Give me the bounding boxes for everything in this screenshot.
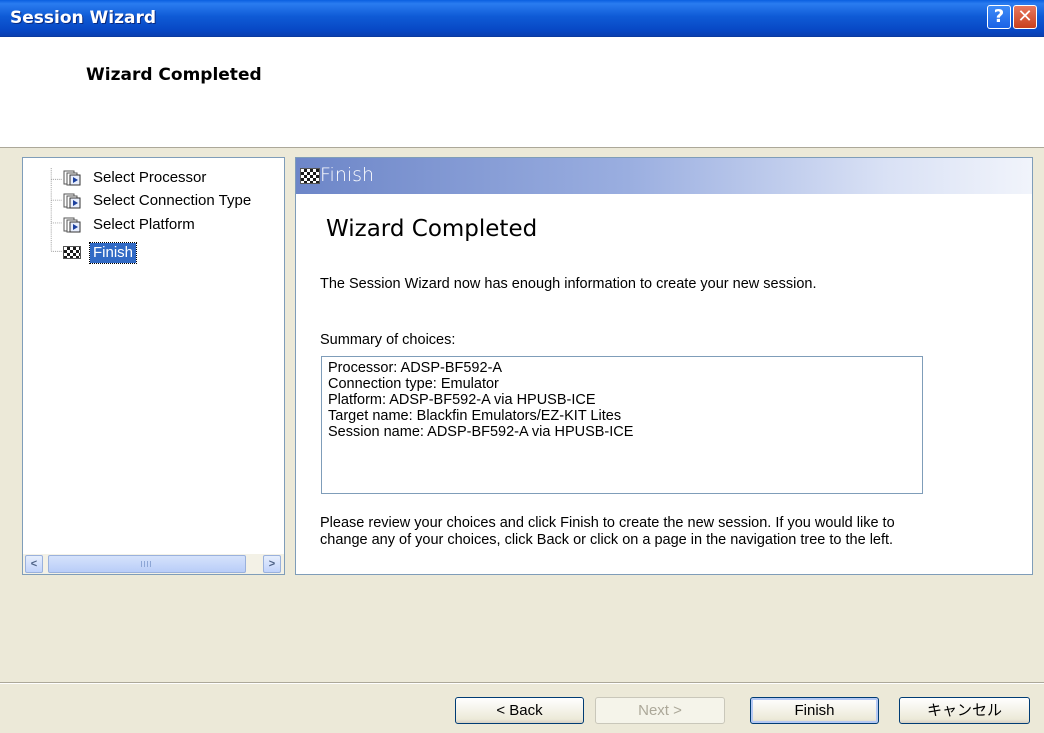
summary-line-platform: Platform: ADSP-BF592-A via HPUSB-ICE: [328, 392, 596, 408]
title-bar[interactable]: Session Wizard ? ✕: [0, 0, 1044, 37]
page-arrow-icon: [63, 193, 81, 209]
header-title: Wizard Completed: [86, 65, 262, 85]
summary-line-target: Target name: Blackfin Emulators/EZ-KIT L…: [328, 408, 622, 424]
summary-line-session: Session name: ADSP-BF592-A via HPUSB-ICE: [328, 424, 634, 440]
page-arrow-icon: [63, 170, 81, 186]
tree-item-label: Select Platform: [93, 216, 195, 233]
page-arrow-icon: [63, 217, 81, 233]
help-button[interactable]: ?: [987, 5, 1011, 29]
scroll-left-button[interactable]: <: [25, 555, 43, 573]
summary-line-processor: Processor: ADSP-BF592-A: [328, 360, 503, 376]
summary-line-connection: Connection type: Emulator: [328, 376, 499, 392]
window-title: Session Wizard: [10, 8, 157, 28]
tree-item-label: Select Connection Type: [93, 192, 252, 209]
button-separator: [0, 682, 1044, 684]
scroll-thumb[interactable]: [48, 555, 246, 573]
review-instructions: Please review your choices and click Fin…: [320, 515, 895, 548]
tree-item-label-selected: Finish: [88, 242, 138, 264]
close-button[interactable]: ✕: [1013, 5, 1037, 29]
page-heading-bar: Finish: [296, 158, 1032, 194]
horizontal-scrollbar[interactable]: < >: [23, 554, 284, 574]
cancel-button[interactable]: キャンセル: [899, 697, 1030, 724]
page-heading: Finish: [320, 164, 375, 186]
tree-connector-lines: [50, 168, 63, 252]
checkered-flag-icon: [63, 246, 81, 259]
tree-item-label: Select Processor: [93, 169, 207, 186]
back-button[interactable]: < Back: [455, 697, 584, 724]
navigation-tree[interactable]: Select Processor Select Connection Type …: [22, 157, 285, 575]
checkered-flag-icon: [300, 168, 320, 184]
next-button[interactable]: Next >: [595, 697, 725, 724]
finish-button[interactable]: Finish: [750, 697, 879, 724]
wizard-header: Wizard Completed: [0, 37, 1044, 148]
summary-label: Summary of choices:: [320, 332, 456, 348]
wizard-page: Finish Wizard Completed The Session Wiza…: [295, 157, 1033, 575]
page-title: Wizard Completed: [326, 216, 538, 242]
intro-text: The Session Wizard now has enough inform…: [320, 276, 817, 292]
scroll-right-button[interactable]: >: [263, 555, 281, 573]
summary-text-area[interactable]: Processor: ADSP-BF592-A Connection type:…: [321, 356, 923, 494]
